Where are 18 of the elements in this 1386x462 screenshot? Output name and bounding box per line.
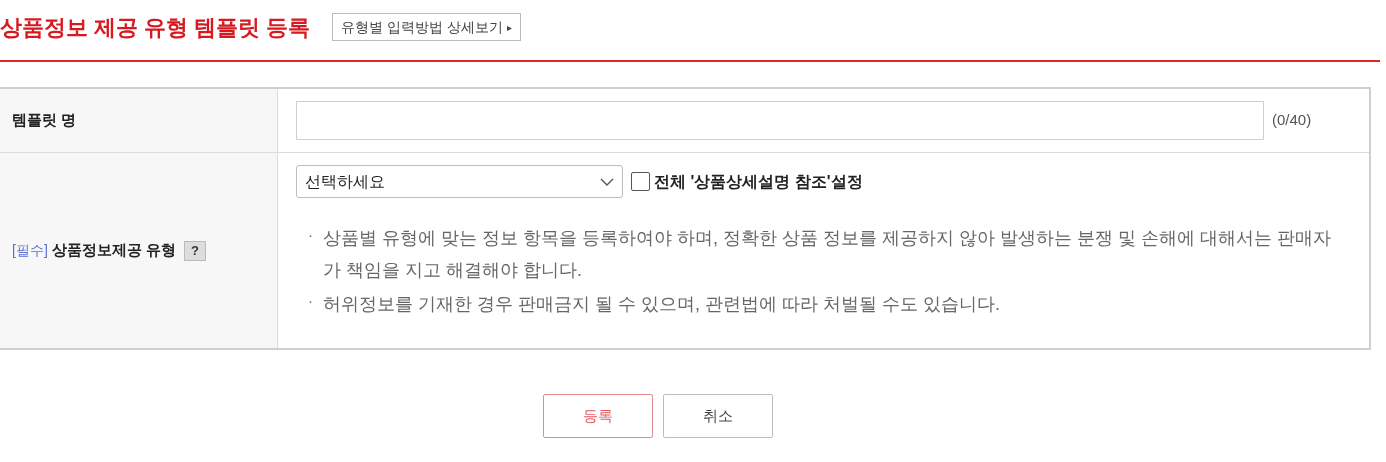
page-title: 상품정보 제공 유형 템플릿 등록 — [0, 13, 311, 42]
field-label: 상품정보제공 유형 — [51, 240, 176, 261]
bullet-mark: · — [308, 225, 313, 245]
checkbox[interactable] — [631, 172, 650, 191]
chevron-down-icon — [600, 177, 614, 186]
template-name-input[interactable] — [296, 101, 1264, 140]
notice-text: 허위정보를 기재한 경우 판매금지 될 수 있으며, 관련법에 따라 처벌될 수도 있습니다. — [323, 293, 1000, 316]
required-tag: [필수] — [12, 240, 48, 261]
field-label: 템플릿 명 — [12, 110, 77, 131]
register-button[interactable]: 등록 — [543, 394, 653, 438]
type-select[interactable]: 선택하세요 — [296, 165, 623, 198]
cancel-button[interactable]: 취소 — [663, 394, 773, 438]
help-button[interactable]: ? — [183, 240, 206, 261]
bullet-mark: · — [308, 291, 313, 311]
character-counter: (0/40) — [1272, 110, 1312, 131]
guide-button[interactable]: 유형별 입력방법 상세보기 ▸ — [332, 13, 522, 41]
checkbox-label[interactable]: 전체 '상품상세설명 참조'설정 — [654, 169, 863, 194]
notice-text: 상품별 유형에 맞는 정보 항목을 등록하여야 하며, 정확한 상품 정보를 제공하지 않아 발생하는 분쟁 및 손해에 대해서는 판매자가 책임을 지고 해결해야 합니다. — [323, 227, 1333, 282]
